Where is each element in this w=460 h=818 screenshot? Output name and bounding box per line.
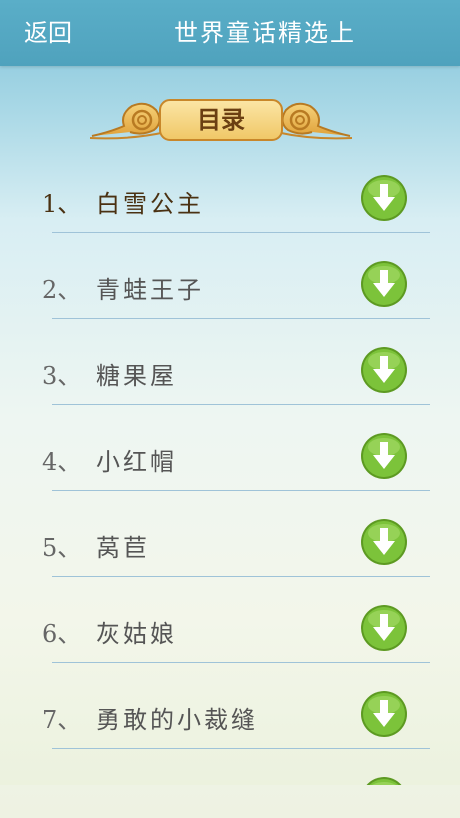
download-arrow-icon[interactable] [360,776,408,785]
story-list: 1、 白雪公主 2、 青蛙王子 3、 糖果屋 4、 小红帽 5、 莴苣 6、 灰… [0,160,460,785]
item-number: 2、 [42,276,82,304]
item-number: 1、 [42,190,82,218]
page-title: 世界童话精选上 [174,19,356,47]
top-nav-bar: 返回 世界童话精选上 [0,0,460,66]
list-item[interactable] [0,762,460,785]
item-title: 勇敢的小裁缝 [96,706,258,734]
download-arrow-icon[interactable] [360,518,408,566]
download-arrow-icon[interactable] [360,346,408,394]
item-title: 青蛙王子 [96,276,204,304]
item-number: 6、 [42,620,82,648]
divider [52,318,430,319]
download-arrow-icon[interactable] [360,260,408,308]
item-number: 5、 [42,534,82,562]
contents-badge: 目录 [90,92,352,148]
item-title: 小红帽 [96,448,177,476]
download-arrow-icon[interactable] [360,604,408,652]
divider [52,662,430,663]
contents-label: 目录 [197,106,245,134]
list-item[interactable]: 4、 小红帽 [0,418,460,504]
bottom-fade [0,785,460,818]
divider [52,576,430,577]
item-number: 3、 [42,362,82,390]
download-arrow-icon[interactable] [360,432,408,480]
list-item[interactable]: 6、 灰姑娘 [0,590,460,676]
divider [52,404,430,405]
back-button[interactable]: 返回 [24,16,72,50]
list-item[interactable]: 7、 勇敢的小裁缝 [0,676,460,762]
item-title: 灰姑娘 [96,620,177,648]
item-title: 糖果屋 [96,362,177,390]
item-title: 白雪公主 [96,190,204,218]
download-arrow-icon[interactable] [360,174,408,222]
divider [52,490,430,491]
item-number: 7、 [42,706,82,734]
list-item[interactable]: 3、 糖果屋 [0,332,460,418]
list-item[interactable]: 1、 白雪公主 [0,160,460,246]
divider [52,748,430,749]
divider [52,232,430,233]
item-title: 莴苣 [96,534,150,562]
item-number: 4、 [42,448,82,476]
list-item[interactable]: 2、 青蛙王子 [0,246,460,332]
download-arrow-icon[interactable] [360,690,408,738]
list-item[interactable]: 5、 莴苣 [0,504,460,590]
